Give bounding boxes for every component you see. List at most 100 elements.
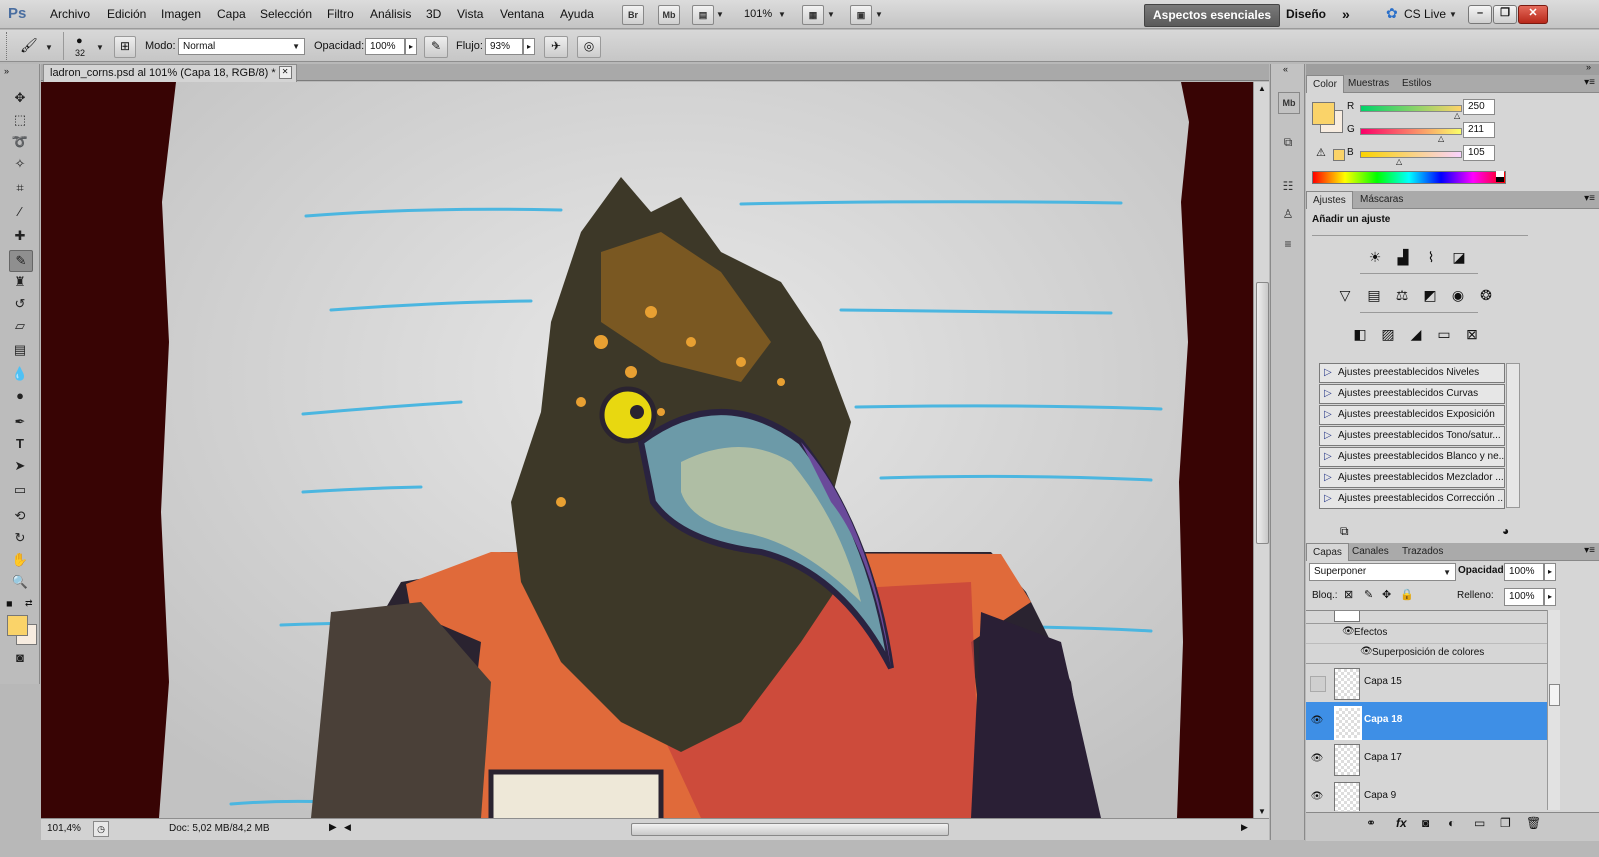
channel-mixer-icon[interactable]: ❂ [1475, 284, 1497, 306]
quick-mask-icon[interactable]: ◙ [9, 648, 31, 668]
blur-tool-icon[interactable]: 💧 [9, 364, 31, 384]
tab-layers[interactable]: Capas [1306, 543, 1349, 561]
layer-visibility-eye-icon[interactable]: 👁 [1310, 714, 1324, 728]
scroll-down-icon[interactable]: ▼ [1258, 807, 1266, 816]
healing-brush-tool-icon[interactable]: ✚ [9, 226, 31, 246]
menu-3d[interactable]: 3D [426, 7, 441, 21]
gradient-map-icon[interactable]: ▭ [1433, 323, 1455, 345]
3d-orbit-tool-icon[interactable]: ↻ [9, 528, 31, 548]
document-tab[interactable]: ladron_corns.psd al 101% (Capa 18, RGB/8… [43, 64, 297, 82]
channel-r-slider[interactable] [1360, 105, 1462, 112]
color-spectrum-bar[interactable] [1312, 171, 1506, 184]
clip-to-layer-icon[interactable]: ◕ [1502, 524, 1509, 538]
zoom-level[interactable]: 101% [744, 8, 772, 20]
effect-color-overlay-row[interactable]: 👁 Superposición de colores [1306, 643, 1547, 664]
swap-colors-icon[interactable]: ⇄ [25, 598, 33, 609]
type-tool-icon[interactable]: T [9, 434, 31, 454]
layer-visibility-toggle[interactable] [1310, 676, 1326, 692]
color-balance-icon[interactable]: ⚖ [1391, 284, 1413, 306]
layer-visibility-eye-icon[interactable]: 👁 [1310, 790, 1324, 804]
channel-b-slider[interactable] [1360, 151, 1462, 158]
preset-curves[interactable]: Ajustes preestablecidos Curvas [1319, 384, 1505, 404]
3d-rotate-tool-icon[interactable]: ⟲ [9, 506, 31, 526]
layer-style-icon[interactable]: fx [1396, 816, 1407, 830]
brush-tool-icon[interactable]: ✎ [9, 250, 33, 272]
workspace-design-button[interactable]: Diseño [1278, 4, 1334, 25]
collapse-dock-icon[interactable]: » [1586, 62, 1591, 72]
channel-b-handle-icon[interactable]: △ [1396, 157, 1402, 166]
tab-color[interactable]: Color [1306, 75, 1344, 93]
minibridge-button[interactable]: Mb [658, 5, 680, 25]
opacity-slider-toggle[interactable]: ▸ [405, 38, 417, 55]
flow-slider-toggle[interactable]: ▸ [523, 38, 535, 55]
menu-ventana[interactable]: Ventana [500, 7, 544, 21]
adjustments-panel-menu-icon[interactable]: ▾≡ [1584, 193, 1595, 204]
scroll-left-icon[interactable]: ◀ [344, 822, 351, 833]
lock-all-icon[interactable]: 🔒 [1400, 588, 1414, 601]
layer-blend-mode-select[interactable]: Superponer ▼ [1309, 563, 1456, 581]
threshold-icon[interactable]: ◢ [1405, 323, 1427, 345]
brush-tip-icon[interactable]: ● [76, 35, 83, 47]
effects-eye-icon[interactable]: 👁 [1342, 626, 1355, 637]
invert-icon[interactable]: ◧ [1349, 323, 1371, 345]
lock-transparency-icon[interactable]: ⊠ [1344, 588, 1353, 601]
airbrush-button[interactable]: ✈ [544, 36, 568, 58]
horizontal-scroll-thumb[interactable] [631, 823, 949, 836]
layers-scrollbar[interactable] [1547, 610, 1560, 810]
spectrum-black-swatch[interactable] [1496, 177, 1504, 182]
arrange-documents-button[interactable]: ▦ [802, 5, 824, 25]
menu-vista[interactable]: Vista [457, 7, 483, 21]
flow-input[interactable]: 93% [485, 38, 523, 55]
move-tool-icon[interactable]: ✥ [9, 88, 31, 108]
path-selection-tool-icon[interactable]: ➤ [9, 456, 31, 476]
link-layers-icon[interactable]: ⚭ [1366, 816, 1376, 830]
layer-row[interactable]: 👁 Capa 9 [1306, 778, 1547, 811]
channel-g-handle-icon[interactable]: △ [1438, 134, 1444, 143]
canvas-vertical-scrollbar[interactable]: ▲ ▼ [1253, 82, 1269, 818]
color-panel-menu-icon[interactable]: ▾≡ [1584, 77, 1595, 88]
arrange-chevron-icon[interactable]: ▼ [827, 10, 835, 19]
pen-tool-icon[interactable]: ✒ [9, 412, 31, 432]
menu-capa[interactable]: Capa [217, 7, 246, 21]
tab-masks[interactable]: Máscaras [1354, 191, 1409, 208]
close-document-icon[interactable]: ✕ [278, 66, 292, 79]
minibridge-panel-icon[interactable]: Mb [1278, 92, 1300, 114]
channel-g-slider[interactable] [1360, 128, 1462, 135]
tablet-pressure-opacity-button[interactable]: ✎ [424, 36, 448, 58]
menu-filtro[interactable]: Filtro [327, 7, 354, 21]
screen-mode-button[interactable]: ▣ [850, 5, 872, 25]
rectangle-tool-icon[interactable]: ▭ [9, 480, 31, 500]
menu-ayuda[interactable]: Ayuda [560, 7, 594, 21]
menu-archivo[interactable]: Archivo [50, 7, 90, 21]
tool-presets-panel-icon[interactable]: ☷ [1278, 176, 1298, 196]
status-menu-arrow-icon[interactable]: ▶ [329, 822, 337, 833]
effects-row[interactable]: 👁 Efectos [1306, 623, 1547, 644]
zoom-chevron-icon[interactable]: ▼ [778, 10, 786, 19]
minimize-button[interactable]: – [1468, 5, 1492, 24]
brush-preset-chevron-icon[interactable]: ▼ [45, 43, 53, 52]
default-colors-icon[interactable]: ◼ [6, 599, 13, 608]
preset-selective-color[interactable]: Ajustes preestablecidos Corrección ... [1319, 489, 1505, 509]
add-mask-icon[interactable]: ◙ [1422, 816, 1429, 830]
tab-channels[interactable]: Canales [1346, 543, 1395, 560]
marquee-tool-icon[interactable]: ⬚ [9, 110, 31, 130]
tab-paths[interactable]: Trazados [1396, 543, 1449, 560]
collapse-tools-icon[interactable]: » [4, 66, 9, 76]
bridge-button[interactable]: Br [622, 5, 644, 25]
screen-mode-chevron-icon[interactable]: ▼ [875, 10, 883, 19]
cs-live-chevron-icon[interactable]: ▼ [1449, 10, 1457, 19]
blend-mode-select[interactable]: Normal ▼ [178, 38, 305, 55]
history-panel-icon[interactable]: ⧉ [1278, 132, 1298, 152]
brush-preset-icon[interactable]: 🖌 [20, 37, 38, 54]
history-brush-tool-icon[interactable]: ↺ [9, 294, 31, 314]
vertical-scroll-thumb[interactable] [1256, 282, 1269, 544]
layer-row[interactable]: Capa 15 [1306, 664, 1547, 703]
color-panel-fg-swatch[interactable] [1312, 102, 1335, 125]
menu-edicion[interactable]: Edición [107, 7, 146, 21]
levels-icon[interactable]: ▟ [1392, 246, 1414, 268]
foreground-color-swatch[interactable] [7, 615, 28, 636]
tablet-pressure-size-button[interactable]: ◎ [577, 36, 601, 58]
curves-icon[interactable]: ⌇ [1420, 246, 1442, 268]
dodge-tool-icon[interactable]: ● [9, 386, 31, 406]
fill-input[interactable]: 100% [1504, 588, 1544, 606]
